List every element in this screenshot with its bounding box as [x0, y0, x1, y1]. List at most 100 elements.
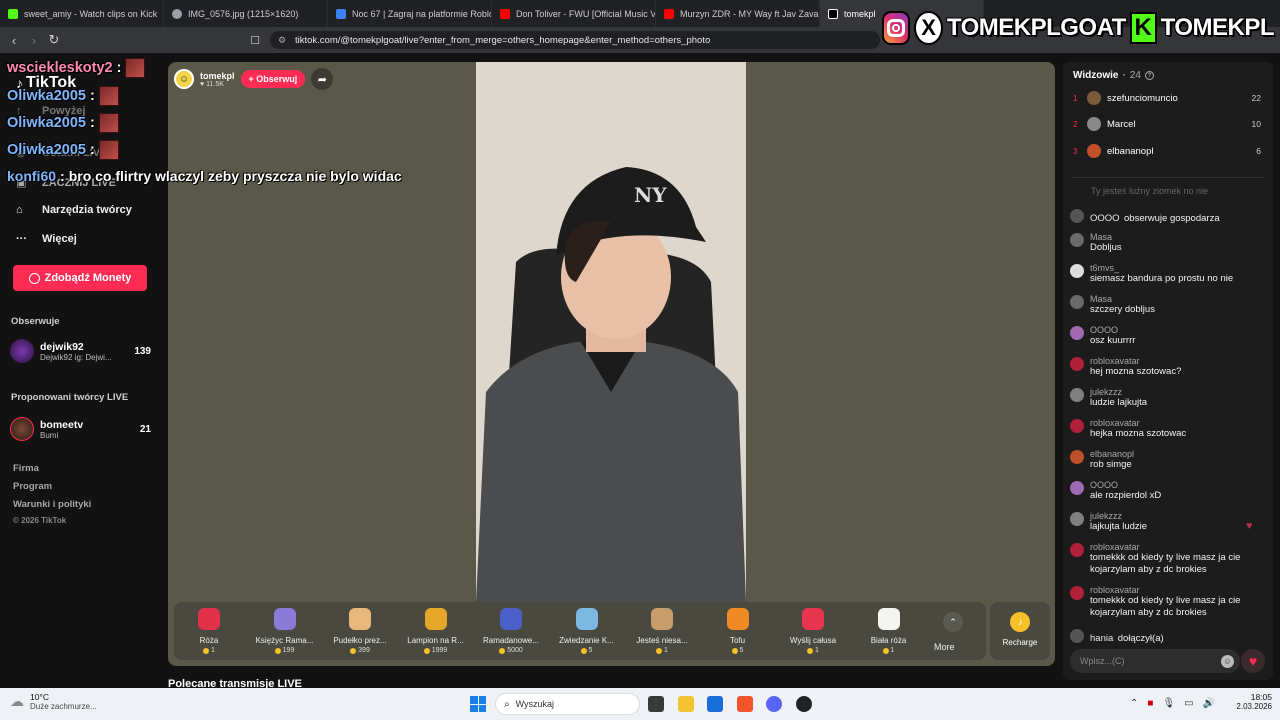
chat-message[interactable]: OOOO ale rozpierdol xD [1070, 480, 1266, 502]
chat-username[interactable]: Masa [1090, 294, 1155, 304]
chat-message[interactable]: robloxavatar hej mozna szotowac? [1070, 356, 1266, 378]
more-gifts-button[interactable]: More [934, 642, 955, 652]
chat-input[interactable]: Wpisz...(C) ☺ [1070, 649, 1240, 673]
instagram-icon [882, 11, 911, 45]
footer-link-program[interactable]: Program [13, 481, 52, 492]
sidebar-item-more[interactable]: ··· Więcej [16, 233, 77, 245]
chevron-up-icon[interactable]: ⌃ [1130, 698, 1138, 709]
browser-tab[interactable]: sweet_amiy - Watch clips on Kick [0, 0, 164, 27]
weather-widget[interactable]: ☁ 10°C Duże zachmurze... [10, 692, 97, 711]
overlay-chat-line: Oliwka2005: [7, 140, 119, 160]
follow-button[interactable]: + Obserwuj [240, 70, 306, 88]
reload-icon[interactable]: ↻ [44, 32, 64, 48]
chat-username[interactable]: robloxavatar [1090, 356, 1181, 366]
chat-message[interactable]: hania dołączył(a) [1070, 628, 1266, 646]
sidebar-item-creator-tools[interactable]: ⌂ Narzędzia twórcy [16, 204, 132, 216]
emote-icon [98, 113, 119, 133]
site-info-icon[interactable]: ⚙ [278, 35, 286, 46]
coin-icon [274, 647, 281, 654]
brave-browser-icon[interactable] [737, 696, 753, 712]
chat-text: tomekkk od kiedy ty live masz ja cie koj… [1090, 552, 1241, 575]
footer-link-company[interactable]: Firma [13, 463, 39, 474]
gift-item[interactable]: Zwiedzanie K... 5 [552, 608, 622, 654]
chat-text: ludzie lajkujta [1090, 397, 1148, 408]
chat-partial-line: Ty jesteś luźny ziomek no nie [1091, 186, 1209, 196]
following-account[interactable]: dejwik92 Dejwik92 ig: Dejwi... 139 [10, 337, 155, 365]
gift-item[interactable]: Pudełko prez... 399 [325, 608, 395, 654]
clock[interactable]: 18:05 2.03.2026 [1236, 692, 1272, 711]
chat-username[interactable]: OOOO [1090, 213, 1120, 224]
chat-message[interactable]: julekzzz ludzie lajkujta [1070, 387, 1266, 409]
get-coins-button[interactable]: Zdobądź Monety [13, 265, 147, 291]
chat-message[interactable]: Masa Dobljus [1070, 232, 1266, 254]
app-icon[interactable] [796, 696, 812, 712]
live-video[interactable]: NY [476, 62, 746, 602]
gift-scroll-up-button[interactable]: ⌃ [943, 612, 963, 632]
gift-item[interactable]: Tofu 5 [703, 608, 773, 654]
gift-item[interactable]: Wyślij całusa 1 [778, 608, 848, 654]
chat-username[interactable]: OOOO [1090, 325, 1135, 335]
task-view-icon[interactable] [648, 696, 664, 712]
chat-message[interactable]: elbananopl rob simge [1070, 449, 1266, 471]
volume-icon[interactable]: 🔊 [1203, 698, 1215, 709]
chat-username[interactable]: OOOO [1090, 480, 1161, 490]
chat-message[interactable]: julekzzz lajkujta ludzie [1070, 511, 1266, 533]
host-avatar[interactable]: ☺ [174, 69, 194, 89]
emoji-icon[interactable]: ☺ [1221, 654, 1234, 668]
taskbar-search[interactable]: ⌕ Wyszukaj [495, 693, 640, 715]
start-button-icon[interactable] [470, 696, 486, 712]
microphone-icon[interactable]: 🎙 [1162, 698, 1175, 709]
url-field[interactable]: ⚙ tiktok.com/@tomekplgoat/live?enter_fro… [270, 31, 880, 49]
chat-username[interactable]: robloxavatar [1090, 418, 1186, 428]
gift-item[interactable]: Jesteś niesa... 1 [627, 608, 697, 654]
chat-message[interactable]: OOOO obserwuje gospodarza [1070, 208, 1266, 226]
chat-username[interactable]: elbananopl [1090, 449, 1134, 459]
info-icon[interactable]: ? [1144, 71, 1154, 80]
chat-message[interactable]: OOOO osz kuurrrr [1070, 325, 1266, 347]
chat-username[interactable]: robloxavatar [1090, 542, 1266, 552]
chat-message[interactable]: robloxavatar hejka mozna szotowac [1070, 418, 1266, 440]
file-explorer-icon[interactable] [678, 696, 694, 712]
browser-tab[interactable]: Murzyn ZDR - MY Way ft Jav Zavari [656, 0, 820, 27]
network-icon[interactable]: ▭ [1184, 698, 1193, 709]
gift-item[interactable]: Biała róża 1 [854, 608, 924, 654]
store-icon[interactable] [707, 696, 723, 712]
gift-item[interactable]: Ramadanowe... 5000 [476, 608, 546, 654]
chat-username[interactable]: julekzzz [1090, 387, 1147, 397]
browser-tab[interactable]: Don Toliver - FWU [Official Music Vid [492, 0, 656, 27]
chat-username[interactable]: hania [1090, 633, 1113, 644]
share-icon[interactable]: ➦ [311, 68, 334, 90]
kick-logo-icon: K [1129, 12, 1157, 44]
suggested-account[interactable]: bomeetv Bumi 21 [10, 415, 155, 443]
chat-message[interactable]: robloxavatar tomekkk od kiedy ty live mas… [1070, 585, 1266, 618]
avatar [1070, 326, 1084, 340]
chat-username[interactable]: robloxavatar [1090, 585, 1266, 595]
chat-username[interactable]: julekzzz [1090, 511, 1147, 521]
bookmark-icon[interactable]: ☐ [245, 34, 265, 47]
browser-tab[interactable]: Noc 67 | Zagraj na platformie Roblox [328, 0, 492, 27]
chat-message[interactable]: Masa szczery dobljus [1070, 294, 1266, 316]
forward-arrow-icon[interactable]: › [24, 33, 44, 48]
like-heart-button[interactable]: ♥ [1241, 649, 1265, 673]
emote-icon [125, 58, 146, 78]
gift-name: Lampion na R... [407, 636, 464, 645]
gift-item[interactable]: Róża 1 [174, 608, 244, 654]
top-viewer-row[interactable]: 2 Marcel 10 [1073, 115, 1263, 133]
chat-message[interactable]: t6mvs_ siemasz bandura po prostu no nie [1070, 263, 1266, 285]
discord-icon[interactable] [766, 696, 782, 712]
tray-app-icon[interactable]: ■ [1147, 698, 1153, 709]
back-arrow-icon[interactable]: ‹ [4, 33, 24, 48]
recharge-button[interactable]: ♪ Recharge [990, 602, 1050, 660]
gift-item[interactable]: Lampion na R... 1999 [401, 608, 471, 654]
gift-item[interactable]: Księżyc Rama... 199 [250, 608, 320, 654]
browser-tab[interactable]: IMG_0576.jpg (1215×1620) [164, 0, 328, 27]
footer-link-terms[interactable]: Warunki i polityki [13, 499, 91, 510]
top-viewer-row[interactable]: 3 elbananopl 6 [1073, 142, 1263, 160]
weather-temp: 10°C [30, 692, 49, 702]
viewers-header[interactable]: Widzowie · 24 ? [1073, 70, 1154, 81]
top-viewer-row[interactable]: 1 szefunciomuncio 22 [1073, 89, 1263, 107]
host-name[interactable]: tomekpl [200, 71, 235, 81]
chat-username[interactable]: t6mvs_ [1090, 263, 1233, 273]
chat-username[interactable]: Masa [1090, 232, 1122, 242]
chat-message[interactable]: robloxavatar tomekkk od kiedy ty live mas… [1070, 542, 1266, 575]
